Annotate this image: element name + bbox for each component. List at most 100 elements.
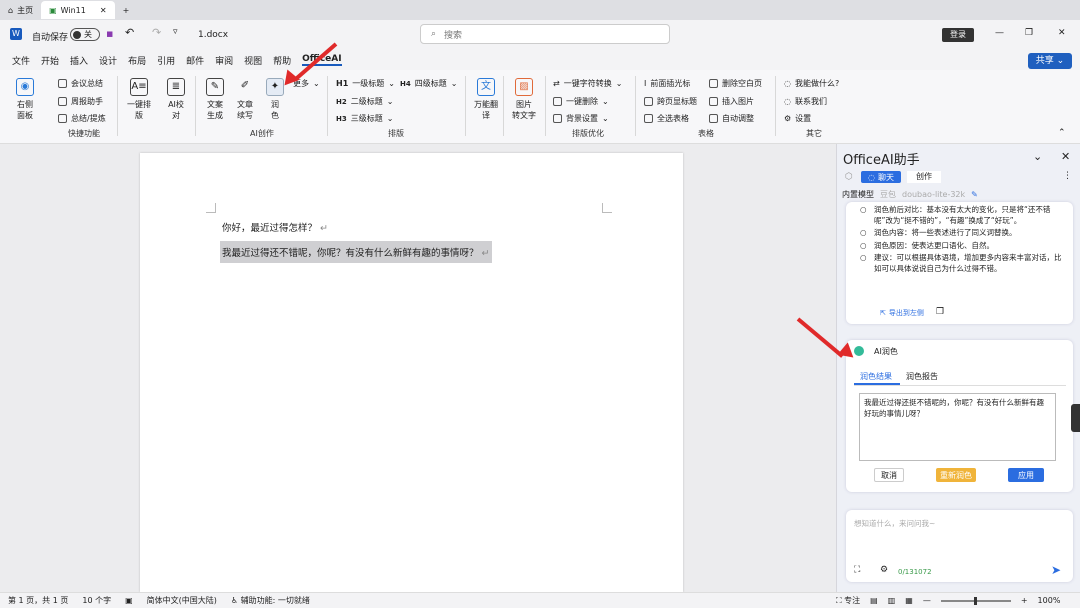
weekly-report-button[interactable]: 周报助手 bbox=[58, 96, 103, 107]
proofread-button[interactable]: ≣ AI校 对 bbox=[167, 78, 185, 121]
chevron-down-icon[interactable]: ⌄ bbox=[1033, 150, 1042, 163]
delete-blank-button[interactable]: 删除空白页 bbox=[709, 78, 762, 89]
doc-line-1[interactable]: 你好，最近过得怎样？ ↵ bbox=[222, 220, 328, 234]
send-icon[interactable]: ➤ bbox=[1051, 563, 1061, 577]
more-options-icon[interactable]: ⋮ bbox=[1063, 171, 1072, 181]
align-icon: A≡ bbox=[130, 78, 148, 96]
zoom-level[interactable]: 100% bbox=[1038, 596, 1061, 605]
format-button[interactable]: A≡ 一键排 版 bbox=[127, 78, 151, 121]
summary-button[interactable]: 总结/提炼 bbox=[58, 113, 106, 124]
redo-icon[interactable]: ↷ bbox=[152, 26, 161, 39]
language[interactable]: 简体中文(中国大陆) bbox=[147, 595, 217, 606]
image-to-text-button[interactable]: ▨ 图片 转文字 bbox=[512, 78, 536, 121]
menu-item-8[interactable]: 视图 bbox=[244, 54, 262, 67]
web-layout-icon[interactable]: ▦ bbox=[905, 596, 913, 605]
autosave-toggle[interactable]: 关 bbox=[70, 28, 100, 41]
accessibility[interactable]: ♿ 辅助功能: 一切就绪 bbox=[231, 595, 310, 606]
zoom-slider[interactable] bbox=[940, 596, 1011, 605]
menu-item-0[interactable]: 文件 bbox=[12, 54, 30, 67]
apply-button[interactable]: 应用 bbox=[1008, 468, 1044, 482]
cross-page-button[interactable]: 跨页显标题 bbox=[644, 96, 697, 107]
cancel-button[interactable]: 取消 bbox=[874, 468, 904, 482]
meeting-summary-button[interactable]: 会议总结 bbox=[58, 78, 103, 89]
h3-button[interactable]: H3 三级标题 ⌄ bbox=[336, 113, 393, 124]
save-icon[interactable]: ▪ bbox=[106, 27, 113, 40]
accessibility-icon: ♿ bbox=[230, 596, 239, 605]
minimize-icon[interactable]: — bbox=[995, 28, 1004, 38]
close-tab-icon[interactable]: ✕ bbox=[100, 6, 107, 15]
copy-icon[interactable]: ❐ bbox=[936, 307, 944, 317]
menu-item-2[interactable]: 插入 bbox=[70, 54, 88, 67]
copy-gen-button[interactable]: ✎ 文案 生成 bbox=[206, 78, 224, 121]
h4-button[interactable]: H4 四级标题 ⌄ bbox=[400, 78, 457, 89]
menu-item-4[interactable]: 布局 bbox=[128, 54, 146, 67]
close-panel-icon[interactable]: ✕ bbox=[1061, 150, 1070, 163]
panel-title: OfficeAI助手 bbox=[843, 153, 920, 168]
tab-home[interactable]: ⌂ 主页 bbox=[0, 0, 41, 20]
doc-line-2-selected[interactable]: 我最近过得还不错呢，你呢？有没有什么新鲜有趣的事情呀？ ↵ bbox=[220, 241, 492, 263]
h1-button[interactable]: H1 一级标题 ⌄ bbox=[336, 78, 395, 89]
focus-mode[interactable]: ⛶ 专注 bbox=[836, 595, 860, 606]
auto-adjust-button[interactable]: 自动调整 bbox=[709, 113, 754, 124]
trash-icon bbox=[709, 79, 718, 88]
screenshot-icon[interactable]: ⛶ bbox=[854, 565, 860, 575]
menu-item-6[interactable]: 邮件 bbox=[186, 54, 204, 67]
picture-icon bbox=[709, 97, 718, 106]
calendar-icon bbox=[58, 97, 67, 106]
ribbon: ◉ 右侧 面板 会议总结 周报助手 总结/提炼 快捷功能 A≡ 一键排 版 ≣ AI校… bbox=[0, 70, 1080, 144]
retry-polish-button[interactable]: 重新润色 bbox=[936, 468, 976, 482]
background-button[interactable]: 背景设置 ⌄ bbox=[553, 113, 609, 124]
tab-document[interactable]: ▣ Win11 ✕ bbox=[41, 1, 115, 19]
history-icon[interactable]: ⬡ bbox=[845, 172, 853, 182]
print-layout-icon[interactable]: ▥ bbox=[888, 596, 896, 605]
help-button[interactable]: ◌ 我能做什么? bbox=[784, 78, 839, 89]
tab-polish-result[interactable]: 润色结果 bbox=[860, 371, 892, 382]
undo-icon[interactable]: ↶ bbox=[125, 26, 134, 39]
close-window-icon[interactable]: ✕ bbox=[1058, 28, 1066, 38]
contact-button[interactable]: ◌ 联系我们 bbox=[784, 96, 827, 107]
insert-image-button[interactable]: 插入图片 bbox=[709, 96, 754, 107]
translate-button[interactable]: 文万能翻 译 bbox=[474, 78, 498, 121]
tab-chat[interactable]: ◌ 聊天 bbox=[861, 171, 901, 183]
search-box[interactable]: ⌕ 搜索 bbox=[420, 24, 670, 44]
chat-input-box[interactable]: 想知道什么，来问问我~ ⛶ ⚙ 0/131072 ➤ bbox=[846, 510, 1073, 582]
right-panel-button[interactable]: ◉ 右侧 面板 bbox=[16, 78, 34, 121]
document-page[interactable]: 你好，最近过得怎样？ ↵ 我最近过得还不错呢，你呢？有没有什么新鲜有趣的事情呀？… bbox=[140, 153, 683, 592]
polish-button[interactable]: ✦ 润 色 bbox=[266, 78, 284, 121]
read-mode-icon[interactable]: ▤ bbox=[870, 596, 878, 605]
login-button[interactable]: 登录 bbox=[942, 28, 974, 42]
file-name[interactable]: 1.docx bbox=[198, 30, 228, 40]
cursor-button[interactable]: I 前面插光标 bbox=[644, 78, 690, 89]
restore-icon[interactable]: ❐ bbox=[1025, 28, 1033, 38]
proofing-icon[interactable]: ▣ bbox=[125, 596, 133, 605]
select-table-button[interactable]: 全选表格 bbox=[644, 113, 689, 124]
tab-polish-report[interactable]: 润色报告 bbox=[906, 371, 938, 382]
zoom-out-icon[interactable]: — bbox=[923, 596, 931, 605]
convert-icon: ⇄ bbox=[553, 79, 560, 88]
summary-bullet: ○ 润色原因：使表达更口语化、自然。 bbox=[860, 240, 994, 250]
menu-item-9[interactable]: 帮助 bbox=[273, 54, 291, 67]
delete-button[interactable]: 一键删除 ⌄ bbox=[553, 96, 609, 107]
customize-icon[interactable]: ▿ bbox=[173, 27, 178, 37]
menu-item-5[interactable]: 引用 bbox=[157, 54, 175, 67]
share-button[interactable]: 共享 ⌄ bbox=[1028, 53, 1072, 69]
h2-button[interactable]: H2 二级标题 ⌄ bbox=[336, 96, 393, 107]
polish-result-text[interactable]: 我最近过得还挺不错呢的，你呢？有没有什么新鲜有趣好玩的事情儿呀？ bbox=[859, 393, 1056, 461]
menu-item-3[interactable]: 设计 bbox=[99, 54, 117, 67]
menu-item-7[interactable]: 审阅 bbox=[215, 54, 233, 67]
settings-button[interactable]: ⚙ 设置 bbox=[784, 113, 811, 124]
collapse-ribbon-icon[interactable]: ⌃ bbox=[1058, 128, 1066, 138]
zoom-in-icon[interactable]: + bbox=[1021, 596, 1028, 605]
page-count[interactable]: 第 1 页，共 1 页 bbox=[8, 595, 68, 606]
panel-handle[interactable] bbox=[1071, 404, 1080, 432]
menu-item-1[interactable]: 开始 bbox=[41, 54, 59, 67]
word-count[interactable]: 10 个字 bbox=[82, 595, 111, 606]
export-left-button[interactable]: ⇱ 导出到左侧 bbox=[880, 308, 924, 318]
summary-bullet: ○ 建议：可以根据具体语境，增加更多内容来丰富对话，比如可以具体说说自己为什么过得… bbox=[860, 253, 1062, 273]
new-tab-button[interactable]: + bbox=[115, 0, 138, 20]
tab-create[interactable]: 创作 bbox=[907, 171, 941, 183]
model-selector[interactable]: 内置模型 豆包 doubao-lite-32k ✎ bbox=[842, 189, 978, 200]
settings-icon[interactable]: ⚙ bbox=[880, 565, 888, 575]
char-convert-button[interactable]: ⇄ 一键字符转换 ⌄ bbox=[553, 78, 622, 89]
continue-button[interactable]: ✐ 文章 续写 bbox=[236, 78, 254, 121]
